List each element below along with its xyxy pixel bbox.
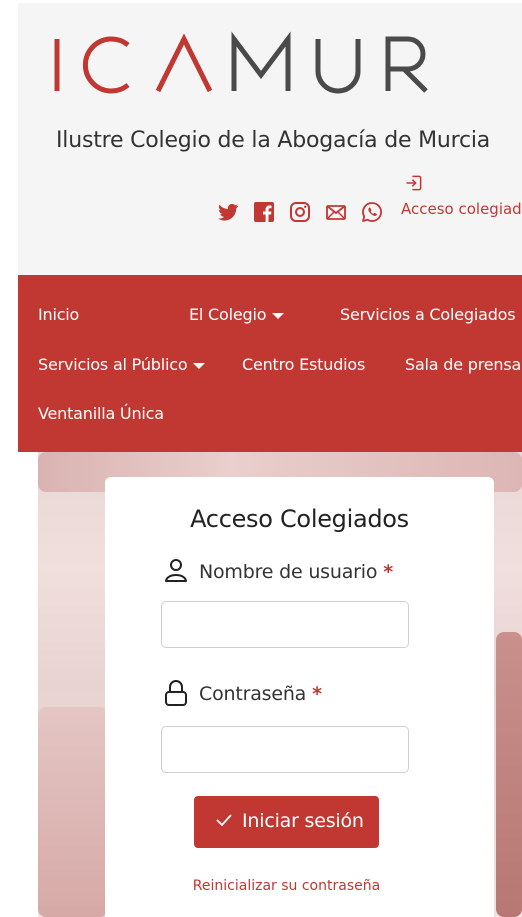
login-title: Acceso Colegiados (190, 505, 409, 533)
main-nav: Inicio El Colegio Servicios a Colegiados… (18, 275, 522, 452)
password-input[interactable] (161, 726, 409, 773)
nav-item-label: El Colegio (189, 305, 267, 324)
nav-item-label: Servicios al Público (38, 355, 188, 374)
lock-icon (165, 680, 187, 706)
page: Ilustre Colegio de la Abogacía de Murcia (0, 0, 522, 917)
nav-item-label: Ventanilla Única (38, 404, 164, 423)
nav-item-sala-prensa[interactable]: Sala de prensa (405, 355, 521, 374)
caret-down-icon (272, 312, 285, 319)
instagram-icon[interactable] (288, 200, 312, 224)
nav-item-label: Inicio (38, 305, 80, 324)
nav-item-servicios-colegiados[interactable]: Servicios a Colegiados (340, 305, 516, 324)
nav-item-ventanilla-unica[interactable]: Ventanilla Única (38, 404, 164, 423)
login-submit-label: Iniciar sesión (242, 810, 364, 832)
check-icon (216, 814, 232, 827)
caret-down-icon (193, 362, 206, 369)
nav-item-inicio[interactable]: Inicio (38, 305, 79, 324)
login-submit-button[interactable]: Iniciar sesión (194, 796, 379, 848)
bg-shape (38, 707, 108, 917)
required-mark: * (383, 561, 394, 583)
access-colegiado-link[interactable]: Acceso colegiado (401, 200, 522, 218)
reset-password-link[interactable]: Reinicializar su contraseña (105, 878, 468, 894)
user-icon (165, 559, 187, 582)
nav-item-label: Sala de prensa (405, 355, 522, 374)
password-label-text: Contraseña (199, 683, 307, 705)
tagline: Ilustre Colegio de la Abogacía de Murcia (56, 128, 491, 153)
whatsapp-icon[interactable] (360, 200, 384, 224)
site-header: Ilustre Colegio de la Abogacía de Murcia (18, 3, 522, 275)
facebook-icon[interactable] (252, 200, 276, 224)
mail-icon[interactable] (324, 200, 348, 224)
username-input[interactable] (161, 601, 409, 648)
nav-item-label: Centro Estudios (242, 355, 366, 374)
login-icon[interactable] (404, 173, 424, 193)
logo[interactable] (54, 23, 454, 107)
login-card: Acceso Colegiados Nombre de usuario * Con… (105, 477, 494, 917)
nav-item-label: Servicios a Colegiados (340, 305, 516, 324)
nav-item-el-colegio[interactable]: El Colegio (189, 305, 285, 324)
nav-item-centro-estudios[interactable]: Centro Estudios (242, 355, 365, 374)
nav-item-servicios-publico[interactable]: Servicios al Público (38, 355, 206, 374)
bg-shape (496, 632, 522, 917)
required-mark: * (312, 683, 322, 705)
twitter-icon[interactable] (216, 200, 240, 224)
username-label-text: Nombre de usuario (199, 561, 378, 583)
